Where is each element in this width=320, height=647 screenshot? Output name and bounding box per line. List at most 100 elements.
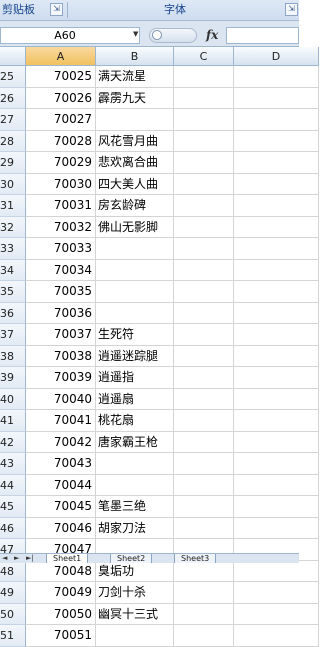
row-header[interactable]: 41 [0,410,26,432]
cell-a[interactable]: 70031 [26,195,96,217]
cell-c[interactable] [174,195,234,217]
cell-a[interactable]: 70029 [26,152,96,174]
cell-c[interactable] [174,324,234,346]
cell-a[interactable]: 70036 [26,302,96,324]
cell-c[interactable] [174,410,234,432]
cell-d[interactable] [234,431,319,453]
column-header-c[interactable]: C [174,47,234,66]
cell-a[interactable]: 70025 [26,66,96,88]
cell-c[interactable] [174,281,234,303]
row-header[interactable]: 28 [0,130,26,152]
row-header[interactable]: 34 [0,259,26,281]
select-all-corner[interactable] [0,47,26,66]
cell-a[interactable]: 70026 [26,87,96,109]
cell-d[interactable] [234,216,319,238]
cell-d[interactable] [234,195,319,217]
cell-a[interactable]: 70030 [26,173,96,195]
row-header[interactable]: 31 [0,195,26,217]
cell-d[interactable] [234,259,319,281]
cell-c[interactable] [174,453,234,475]
cell-d[interactable] [234,410,319,432]
cell-a[interactable]: 70044 [26,474,96,496]
cell-d[interactable] [234,302,319,324]
row-header[interactable]: 25 [0,66,26,88]
cell-d[interactable] [234,560,319,582]
cell-c[interactable] [174,474,234,496]
cell-d[interactable] [234,324,319,346]
cell-b[interactable]: 逍遥指 [96,367,174,389]
cell-c[interactable] [174,345,234,367]
cell-b[interactable] [96,281,174,303]
cell-b[interactable] [96,259,174,281]
row-header[interactable]: 48 [0,560,26,582]
cell-a[interactable]: 70040 [26,388,96,410]
cell-b[interactable]: 霹雳九天 [96,87,174,109]
cell-a[interactable]: 70049 [26,582,96,604]
cell-a[interactable]: 70045 [26,496,96,518]
name-box[interactable]: A60 [0,27,140,44]
cell-b[interactable]: 幽冥十三式 [96,603,174,625]
cell-d[interactable] [234,388,319,410]
cell-d[interactable] [234,238,319,260]
row-header[interactable]: 40 [0,388,26,410]
cell-b[interactable]: 胡家刀法 [96,517,174,539]
cell-d[interactable] [234,625,319,647]
row-header[interactable]: 27 [0,109,26,131]
cell-c[interactable] [174,625,234,647]
row-header[interactable]: 43 [0,453,26,475]
row-header[interactable]: 51 [0,625,26,647]
cell-d[interactable] [234,66,319,88]
row-header[interactable]: 46 [0,517,26,539]
cell-c[interactable] [174,152,234,174]
cell-b[interactable] [96,625,174,647]
row-header[interactable]: 42 [0,431,26,453]
cell-a[interactable]: 70028 [26,130,96,152]
cell-c[interactable] [174,302,234,324]
cell-b[interactable]: 笔墨三绝 [96,496,174,518]
cell-a[interactable]: 70041 [26,410,96,432]
cell-d[interactable] [234,582,319,604]
cell-d[interactable] [234,109,319,131]
cell-c[interactable] [174,496,234,518]
row-header[interactable]: 50 [0,603,26,625]
cell-c[interactable] [174,560,234,582]
cell-a[interactable]: 70034 [26,259,96,281]
cell-d[interactable] [234,281,319,303]
cell-c[interactable] [174,603,234,625]
clipboard-dialog-launcher-icon[interactable]: ⇲ [50,3,63,16]
row-header[interactable]: 32 [0,216,26,238]
cell-b[interactable]: 风花雪月曲 [96,130,174,152]
cell-b[interactable]: 臭垢功 [96,560,174,582]
row-header[interactable]: 33 [0,238,26,260]
cell-b[interactable]: 唐家霸王枪 [96,431,174,453]
cell-b[interactable] [96,302,174,324]
cell-d[interactable] [234,152,319,174]
formula-bar-toggle-icon[interactable] [152,30,162,40]
cell-b[interactable] [96,453,174,475]
row-header[interactable]: 26 [0,87,26,109]
cell-b[interactable]: 生死符 [96,324,174,346]
cell-a[interactable]: 70046 [26,517,96,539]
cell-a[interactable]: 70027 [26,109,96,131]
cell-a[interactable]: 70033 [26,238,96,260]
cell-b[interactable]: 逍遥迷踪腿 [96,345,174,367]
cell-c[interactable] [174,216,234,238]
row-header[interactable]: 36 [0,302,26,324]
cell-b[interactable]: 房玄龄碑 [96,195,174,217]
row-header[interactable]: 39 [0,367,26,389]
cell-b[interactable] [96,109,174,131]
cell-c[interactable] [174,238,234,260]
cell-a[interactable]: 70032 [26,216,96,238]
cell-b[interactable]: 悲欢离合曲 [96,152,174,174]
cell-b[interactable] [96,474,174,496]
cell-c[interactable] [174,87,234,109]
cell-d[interactable] [234,453,319,475]
cell-c[interactable] [174,388,234,410]
cell-c[interactable] [174,582,234,604]
row-header[interactable]: 45 [0,496,26,518]
cell-b[interactable]: 逍遥扇 [96,388,174,410]
cell-c[interactable] [174,431,234,453]
cell-b[interactable]: 刀剑十杀 [96,582,174,604]
insert-function-button[interactable]: fx [206,28,218,42]
cell-d[interactable] [234,367,319,389]
